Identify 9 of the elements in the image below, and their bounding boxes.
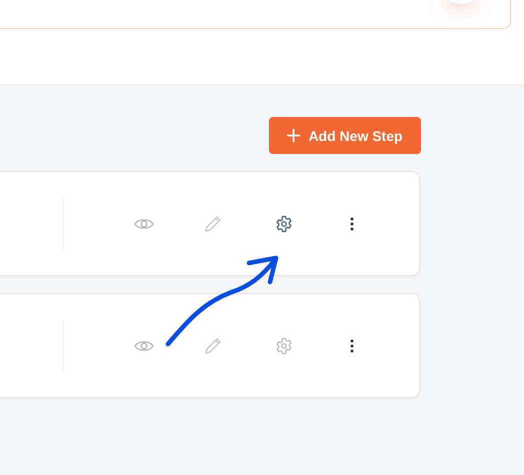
eye-icon[interactable] (134, 216, 154, 230)
pencil-icon[interactable] (204, 214, 222, 232)
more-icon[interactable] (350, 216, 354, 230)
plus-icon (287, 129, 300, 142)
settings-icon[interactable] (275, 214, 293, 232)
pencil-icon[interactable] (204, 336, 222, 354)
more-icon[interactable] (350, 338, 354, 352)
eye-icon[interactable] (134, 338, 154, 352)
add-step-button[interactable]: Add New Step (269, 117, 421, 154)
